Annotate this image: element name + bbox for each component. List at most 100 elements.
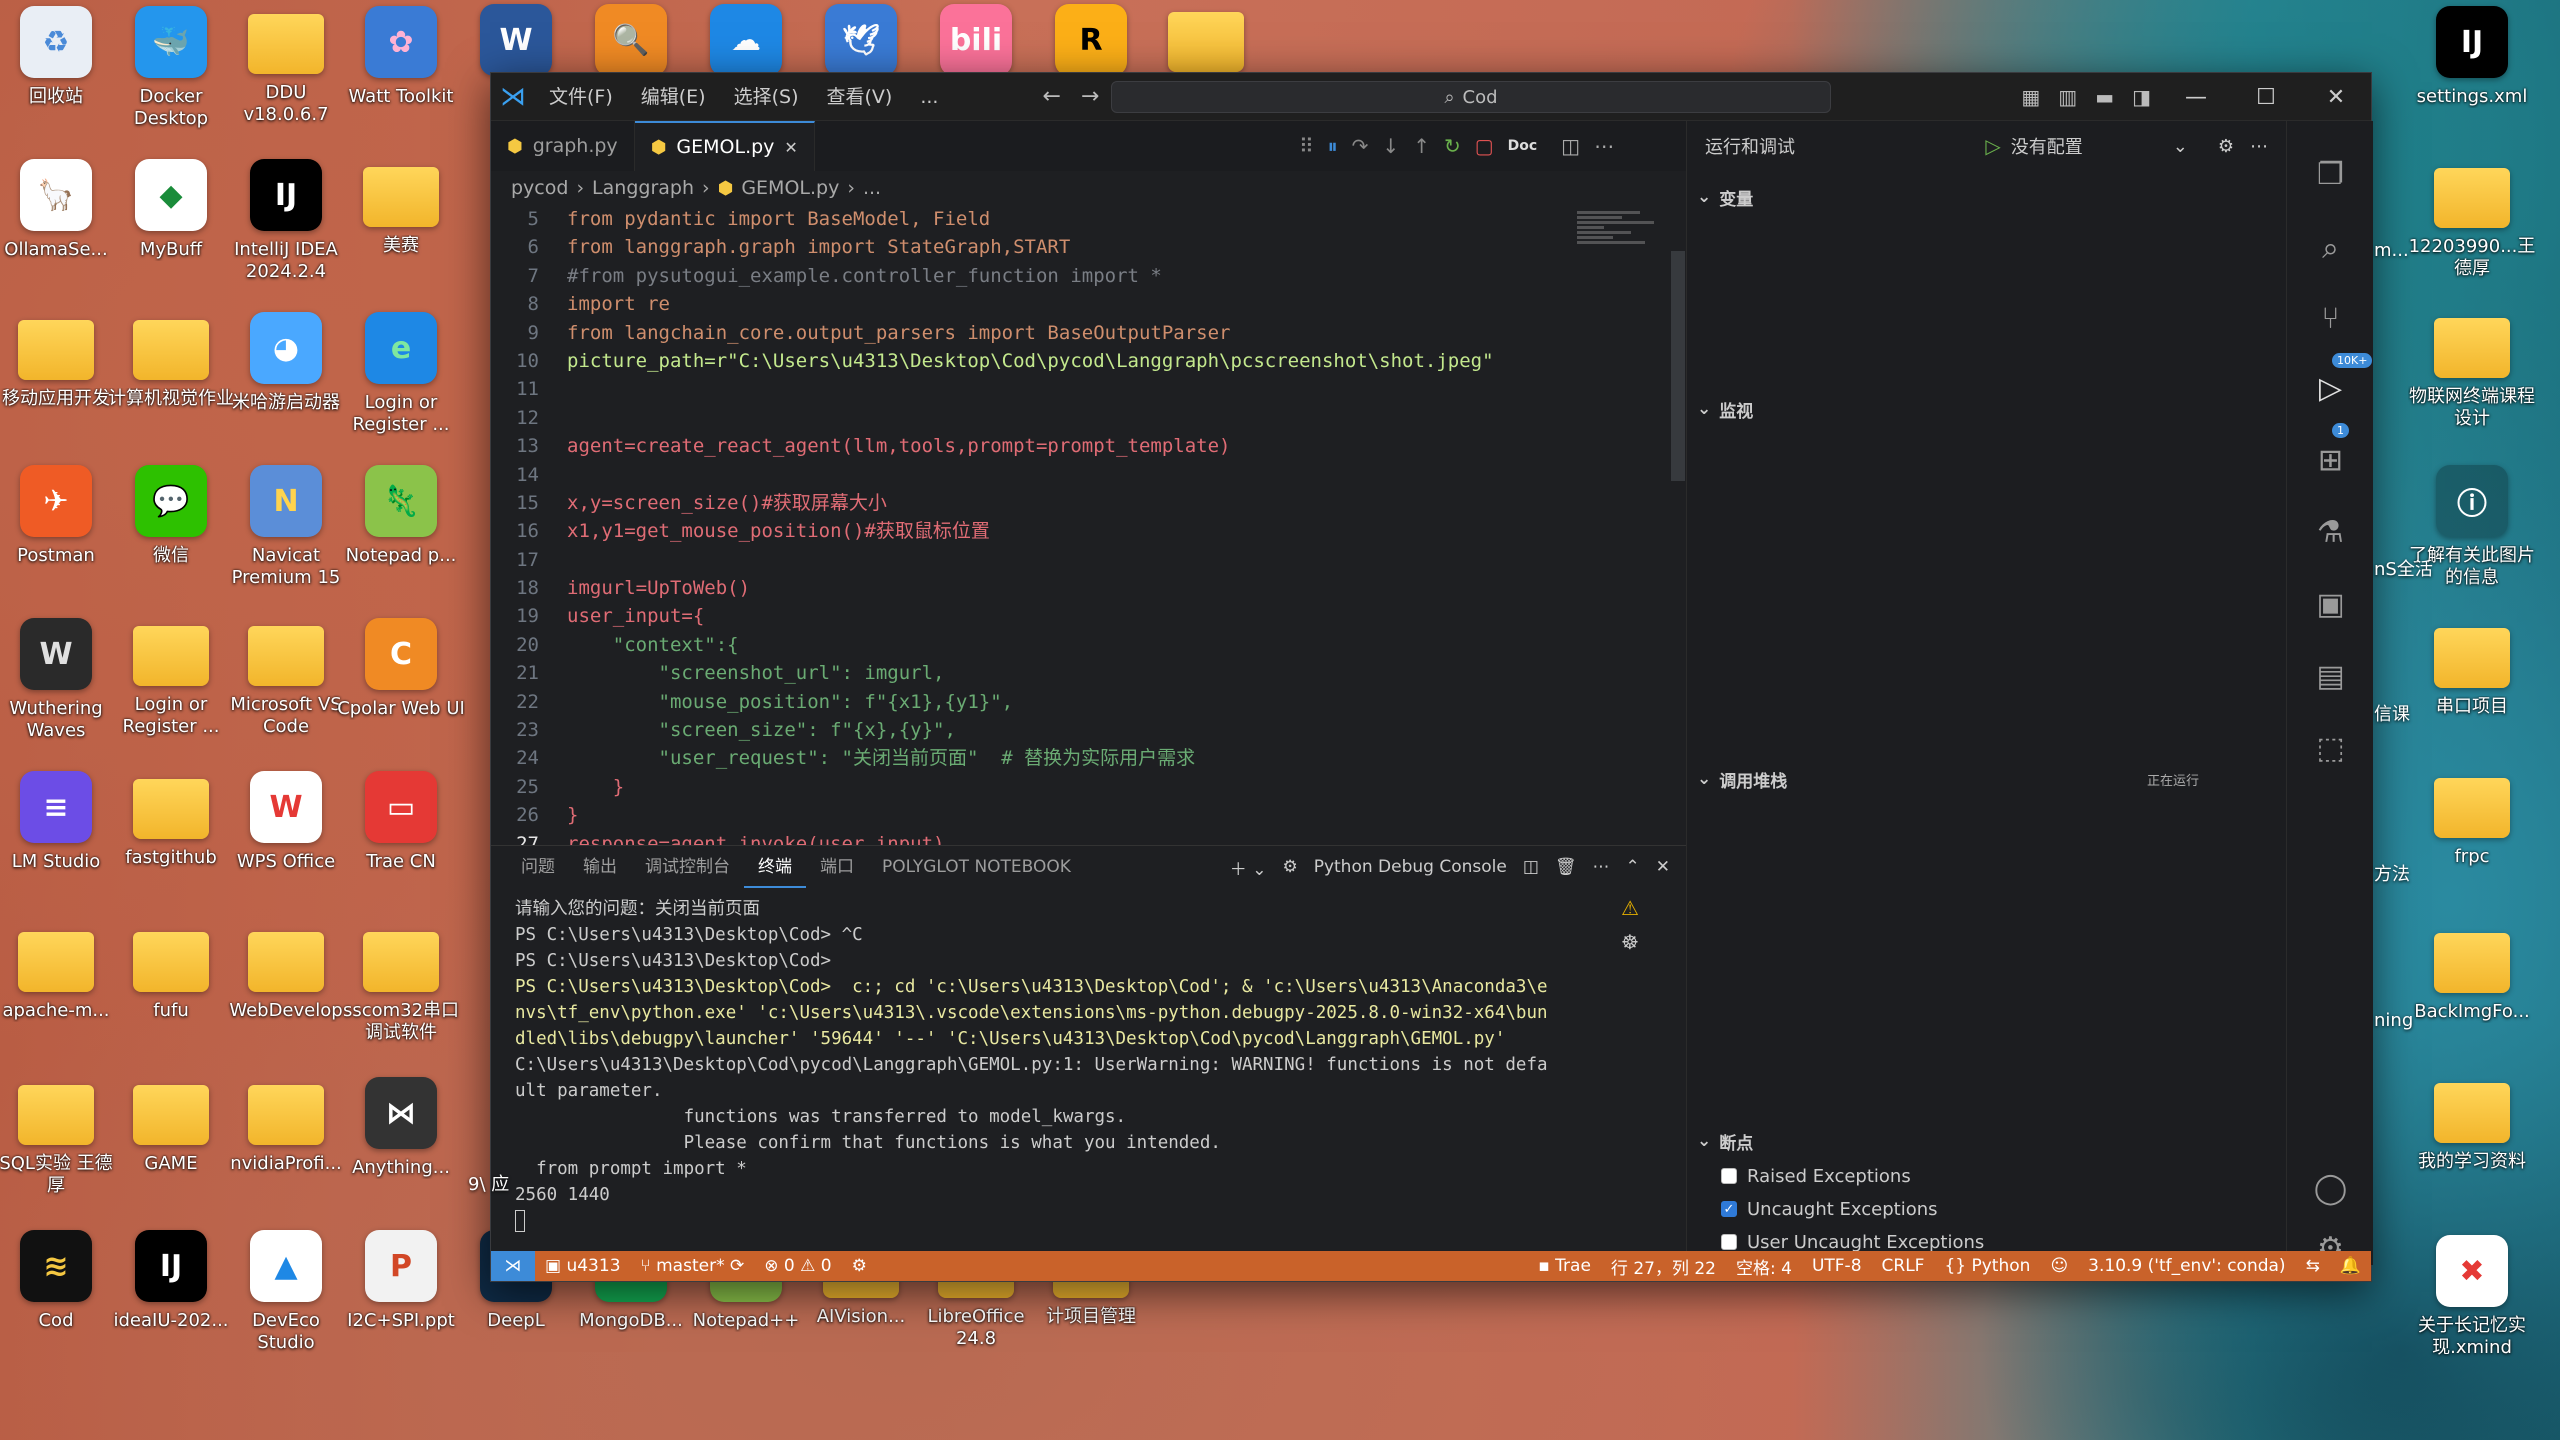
desktop-icon[interactable]: e Login or Register ...: [337, 312, 465, 462]
close-window-icon[interactable]: ✕: [2301, 85, 2371, 110]
desktop-icon[interactable]: 我的学习资料: [2408, 1075, 2536, 1225]
code-line[interactable]: 20 "context":{: [491, 631, 1686, 659]
status-branch[interactable]: ⑂ master* ⟳: [631, 1256, 755, 1276]
maximize-panel-icon[interactable]: ⌃: [1626, 857, 1640, 877]
command-center-search[interactable]: ⌕ Cod: [1111, 81, 1831, 113]
desktop-icon[interactable]: sscom32串口调试软件: [337, 924, 465, 1074]
desktop-icon[interactable]: IJ IntelliJ IDEA 2024.2.4: [222, 159, 350, 309]
desktop-icon[interactable]: ≡ LM Studio: [0, 771, 120, 921]
desktop-icon[interactable]: Login or Register ...: [107, 618, 235, 768]
terminal-output[interactable]: 请输入您的问题：关闭当前页面 PS C:\Users\u4313\Desktop\…: [515, 896, 1615, 1256]
desktop-icon[interactable]: IJ ideaIU-202...: [107, 1230, 235, 1380]
desktop-icon[interactable]: 移动应用开发: [0, 312, 120, 462]
more-actions-icon[interactable]: ⋯: [1594, 134, 1614, 158]
code-line[interactable]: 10 picture_path=r"C:\Users\u4313\Desktop\…: [491, 347, 1686, 375]
desktop-icon[interactable]: DDU v18.0.6.7: [222, 6, 350, 156]
desktop-icon[interactable]: frpc: [2408, 770, 2536, 920]
testing-icon[interactable]: ⚗: [2287, 515, 2374, 550]
desktop-icon[interactable]: 🦎 Notepad p...: [337, 465, 465, 615]
menu-item[interactable]: 查看(V): [813, 73, 907, 121]
code-line[interactable]: 14: [491, 461, 1686, 489]
maximize-icon[interactable]: ☐: [2231, 85, 2301, 110]
desktop-icon[interactable]: Microsoft VS Code: [222, 618, 350, 768]
breakpoint-item[interactable]: Raised Exceptions: [1721, 1161, 1911, 1191]
toggle-panel-icon[interactable]: ▬: [2095, 85, 2114, 109]
editor-tab[interactable]: ⬢ graph.py: [491, 121, 635, 171]
code-line[interactable]: 13 agent=create_react_agent(llm,tools,pro…: [491, 432, 1686, 460]
code-line[interactable]: 12: [491, 404, 1686, 432]
step-over-icon[interactable]: ↷: [1352, 134, 1369, 158]
run-debug-icon[interactable]: ▷: [2287, 371, 2374, 406]
back-arrow-icon[interactable]: ←: [1032, 73, 1070, 121]
debug-terminal-icon[interactable]: ☸: [1621, 930, 1639, 954]
breakpoint-item[interactable]: ✓ Uncaught Exceptions: [1721, 1194, 1938, 1224]
notebook-icon[interactable]: ▤: [2287, 659, 2374, 694]
breadcrumb-item[interactable]: pycod: [511, 177, 568, 199]
desktop-icon[interactable]: ◕ 米哈游启动器: [222, 312, 350, 462]
code-line[interactable]: 8 import re: [491, 290, 1686, 318]
customize-layout-icon[interactable]: ▦: [2021, 85, 2040, 109]
breakpoints-section[interactable]: ⌄ 断点: [1687, 1125, 2287, 1157]
split-editor-icon[interactable]: ◫: [1561, 134, 1580, 158]
menu-item[interactable]: 文件(F): [535, 73, 627, 121]
step-into-icon[interactable]: ↓: [1382, 134, 1399, 158]
desktop-icon[interactable]: nvidiaProfi...: [222, 1077, 350, 1227]
callstack-section[interactable]: ⌄ 调用堆栈 正在运行: [1687, 763, 2287, 795]
breadcrumb-item[interactable]: GEMOL.py: [741, 177, 839, 199]
desktop-icon[interactable]: 12203990...王德厚: [2408, 160, 2536, 310]
code-editor[interactable]: 5 from pydantic import BaseModel, Field 6 f…: [491, 205, 1686, 845]
gear-icon[interactable]: ⚙: [2218, 136, 2234, 157]
source-control-icon[interactable]: ⑂: [2287, 301, 2374, 336]
code-line[interactable]: 25 }: [491, 773, 1686, 801]
checkbox[interactable]: ✓: [1721, 1201, 1737, 1217]
code-line[interactable]: 26}: [491, 801, 1686, 829]
debug-config-select[interactable]: 没有配置: [2011, 133, 2083, 159]
code-line[interactable]: 21 "screenshot_url": imgurl,: [491, 659, 1686, 687]
panel-tab[interactable]: 问题: [507, 846, 569, 888]
step-out-icon[interactable]: ↑: [1413, 134, 1430, 158]
desktop-icon[interactable]: 计算机视觉作业: [107, 312, 235, 462]
panel-tab[interactable]: 终端: [744, 846, 806, 888]
toggle-secondary-sidebar-icon[interactable]: ◨: [2132, 85, 2151, 109]
code-line[interactable]: 18 imgurl=UpToWeb(): [491, 574, 1686, 602]
desktop-icon[interactable]: 串口项目: [2408, 620, 2536, 770]
desktop-icon[interactable]: 🦙 OllamaSe...: [0, 159, 120, 309]
desktop-icon[interactable]: 🐳 Docker Desktop: [107, 6, 235, 156]
desktop-icon[interactable]: ✿ Watt Toolkit: [337, 6, 465, 156]
code-line[interactable]: 11: [491, 375, 1686, 403]
desktop-icon[interactable]: W WPS Office: [222, 771, 350, 921]
toggle-primary-sidebar-icon[interactable]: ▥: [2058, 85, 2077, 109]
new-terminal-icon[interactable]: ＋ ⌄: [1230, 855, 1267, 880]
status-problems[interactable]: ⊗ 0 ⚠ 0: [754, 1256, 841, 1276]
editor-scrollbar[interactable]: [1671, 251, 1685, 481]
restart-icon[interactable]: ↻: [1444, 134, 1461, 158]
desktop-icon[interactable]: ✈ Postman: [0, 465, 120, 615]
desktop-icon[interactable]: IJ settings.xml: [2408, 6, 2536, 156]
status-encoding[interactable]: UTF-8: [1802, 1256, 1872, 1276]
account-icon[interactable]: ◯: [2287, 1171, 2374, 1206]
desktop-icon[interactable]: fufu: [107, 924, 235, 1074]
code-line[interactable]: 22 "mouse_position": f"{x1},{y1}",: [491, 688, 1686, 716]
panel-tab[interactable]: 端口: [806, 846, 868, 888]
desktop-icon[interactable]: SQL实验 王德厚: [0, 1077, 120, 1227]
remote-indicator-icon[interactable]: ⋊: [491, 1251, 535, 1281]
explorer-icon[interactable]: ❐: [2287, 157, 2374, 192]
remote-explorer-icon[interactable]: ▣: [2287, 587, 2374, 622]
status-user[interactable]: ▣ u4313: [535, 1256, 631, 1276]
code-line[interactable]: 27 response=agent.invoke(user_input): [491, 830, 1686, 845]
desktop-icon[interactable]: 物联网终端课程设计: [2408, 310, 2536, 460]
desktop-icon[interactable]: W Wuthering Waves: [0, 618, 120, 768]
code-line[interactable]: 16 x1,y1=get_mouse_position()#获取鼠标位置: [491, 517, 1686, 545]
editor-tab[interactable]: ⬢ GEMOL.py ✕: [634, 121, 815, 171]
menu-item[interactable]: 编辑(E): [627, 73, 720, 121]
desktop-icon[interactable]: 美赛: [337, 159, 465, 309]
desktop-icon[interactable]: apache-m...: [0, 924, 120, 1074]
start-debug-icon[interactable]: ▷: [1985, 134, 2000, 158]
status-debug-icon[interactable]: ⚙: [842, 1256, 877, 1276]
desktop-icon[interactable]: 💬 微信: [107, 465, 235, 615]
close-panel-icon[interactable]: ✕: [1656, 857, 1670, 877]
menu-item[interactable]: ...: [906, 73, 952, 121]
pause-icon[interactable]: ⏸: [1328, 134, 1338, 158]
desktop-icon[interactable]: ♻ 回收站: [0, 6, 120, 156]
stop-icon[interactable]: ▢: [1475, 134, 1494, 158]
